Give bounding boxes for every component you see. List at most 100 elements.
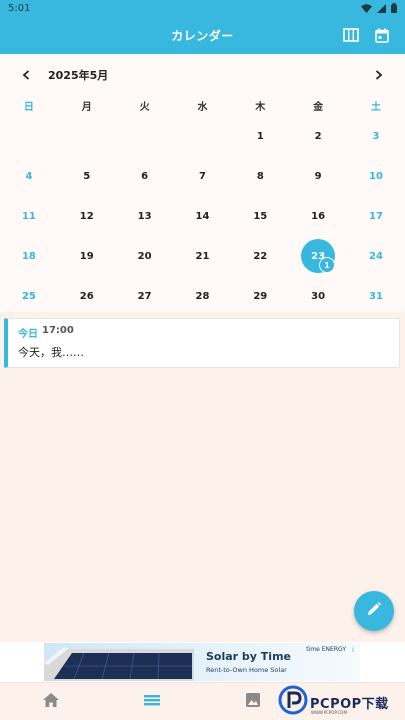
nav-list[interactable] [101,683,202,720]
ad-banner[interactable]: Solar by Time Rent-to-Own Home Solar tim… [44,643,360,681]
day-number: 28 [195,290,210,302]
entry-day-label: 今日 [18,329,38,340]
day-number: 12 [79,210,94,222]
day-cell[interactable]: 2 [289,116,347,156]
battery-icon [391,3,397,13]
day-cell[interactable]: 17 [347,196,405,236]
day-cell[interactable]: 29 [231,276,289,316]
diary-entry-card[interactable]: 今日 17:00 今天，我…… [4,318,400,368]
day-cell[interactable]: 4 [0,156,58,196]
entry-count-badge: 1 [319,257,336,273]
watermark-subtext: WWW.PCPOP.COM [311,710,347,715]
day-number: 30 [311,290,326,302]
day-cell[interactable]: 31 [347,276,405,316]
day-number: 16 [311,210,326,222]
day-cell[interactable]: 30 [289,276,347,316]
day-cell[interactable]: 10 [347,156,405,196]
weekday-label: 水 [197,101,208,113]
week-row: 1 2 3 [0,116,405,156]
day-cell[interactable]: 26 [58,276,116,316]
day-cell[interactable]: 22 [231,236,289,276]
entry-time: 17:00 [42,325,74,336]
day-number: 5 [83,170,91,182]
weekday-label: 金 [313,101,324,113]
weekday-label: 日 [23,101,34,113]
status-bar: 5:01 [0,0,405,16]
empty-day-cell [174,116,232,156]
day-number: 8 [256,170,264,182]
day-number: 31 [369,290,383,302]
list-icon [143,692,161,711]
pcpop-logo-icon [278,685,308,719]
day-cell[interactable]: 3 [347,116,405,156]
day-number: 17 [369,210,383,222]
ad-subtitle: Rent-to-Own Home Solar [206,666,287,674]
day-number: 20 [137,250,152,262]
nav-home[interactable] [0,683,101,720]
ad-info-icon[interactable]: i [348,645,358,655]
app-bar: カレンダー [0,16,405,54]
status-time: 5:01 [8,2,31,14]
day-cell[interactable]: 15 [231,196,289,236]
entry-text: 今天，我…… [18,346,84,359]
day-number: 14 [195,210,210,222]
app-title: カレンダー [171,28,234,43]
day-cell[interactable]: 8 [231,156,289,196]
day-cell[interactable]: 9 [289,156,347,196]
day-cell[interactable]: 19 [58,236,116,276]
image-icon [245,692,261,712]
entry-meta: 今日 17:00 [18,325,389,340]
day-cell[interactable]: 16 [289,196,347,236]
chevron-right-icon[interactable] [371,67,387,83]
day-cell[interactable]: 27 [116,276,174,316]
pencil-icon [366,601,382,621]
day-number: 9 [314,170,322,182]
calendar-today-icon[interactable] [375,28,389,43]
view-columns-icon[interactable] [343,28,359,42]
day-number: 26 [79,290,94,302]
week-row: 4 5 6 7 8 9 10 [0,156,405,196]
empty-day-cell [116,116,174,156]
signal-icon [377,3,386,13]
day-number: 27 [137,290,152,302]
day-number: 6 [141,170,149,182]
day-number: 15 [253,210,268,222]
chevron-left-icon[interactable] [18,67,34,83]
day-number: 19 [79,250,94,262]
day-cell-today[interactable]: 23 1 [289,236,347,276]
watermark-text: PCPOP下载 [310,696,389,712]
day-cell[interactable]: 12 [58,196,116,236]
day-cell[interactable]: 1 [231,116,289,156]
day-number: 10 [369,170,383,182]
ad-strip: Solar by Time Rent-to-Own Home Solar tim… [0,642,405,682]
ad-title: Solar by Time [206,650,291,663]
day-cell[interactable]: 28 [174,276,232,316]
home-icon [42,692,60,712]
day-cell[interactable]: 7 [174,156,232,196]
day-cell[interactable]: 6 [116,156,174,196]
week-row: 25 26 27 28 29 30 31 [0,276,405,316]
day-number: 1 [256,130,264,142]
day-number: 21 [195,250,210,262]
empty-day-cell [58,116,116,156]
day-cell[interactable]: 13 [116,196,174,236]
day-number: 7 [198,170,206,182]
weekday-label: 木 [255,101,266,113]
week-row: 18 19 20 21 22 23 1 24 [0,236,405,276]
day-cell[interactable]: 24 [347,236,405,276]
day-number: 24 [369,250,383,262]
day-cell[interactable]: 25 [0,276,58,316]
day-cell[interactable]: 18 [0,236,58,276]
status-icons [361,3,397,13]
day-number: 13 [137,210,152,222]
day-number: 29 [253,290,268,302]
day-cell[interactable]: 14 [174,196,232,236]
new-entry-button[interactable] [354,591,394,631]
day-cell[interactable]: 11 [0,196,58,236]
day-cell[interactable]: 21 [174,236,232,276]
day-cell[interactable]: 5 [58,156,116,196]
day-cell[interactable]: 20 [116,236,174,276]
day-number: 18 [21,250,36,262]
month-label: 2025年5月 [48,69,109,82]
calendar: 2025年5月 日 月 火 水 木 金 土 1 2 3 4 5 6 7 8 9 10 11 12 13 1… [0,54,405,312]
